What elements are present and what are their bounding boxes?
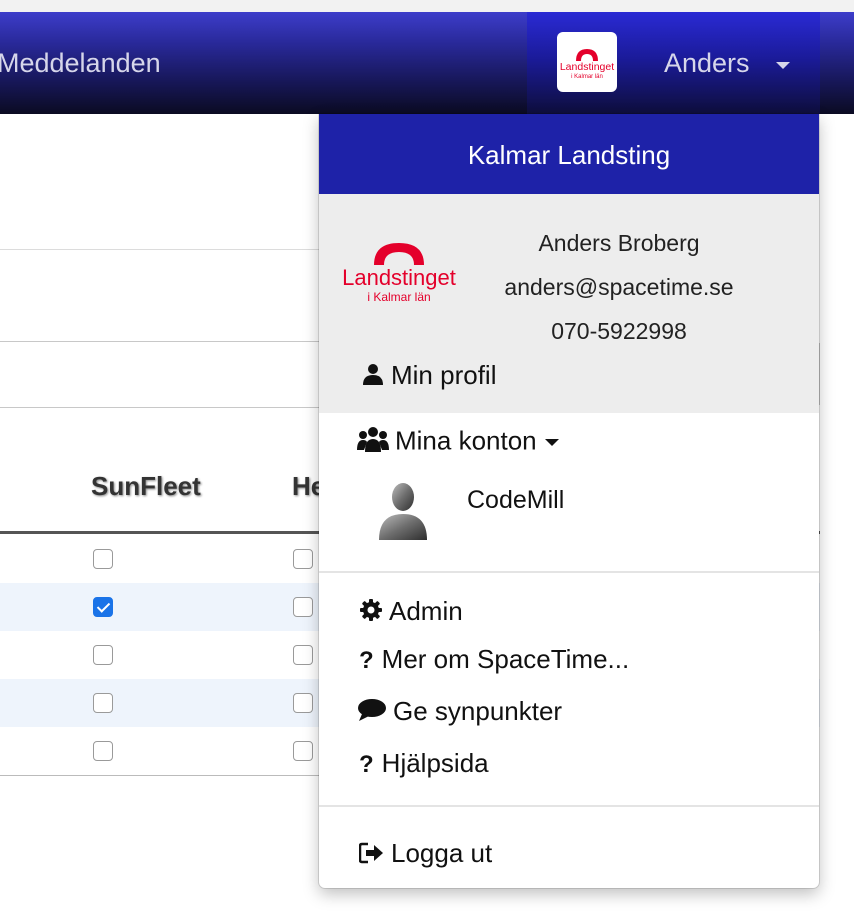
mer-om-spacetime-link[interactable]: ? Mer om SpaceTime... bbox=[359, 644, 629, 675]
profile-card: Landstinget i Kalmar län Anders Broberg … bbox=[319, 194, 819, 413]
checkbox-sunfleet-row5[interactable] bbox=[93, 741, 113, 761]
nav-user-name: Anders bbox=[664, 48, 750, 78]
logo-subtext: i Kalmar län bbox=[367, 290, 430, 304]
logout-label: Logga ut bbox=[391, 838, 493, 868]
checkbox-he-row5[interactable] bbox=[293, 741, 313, 761]
menu-divider bbox=[319, 571, 819, 573]
user-email: anders@spacetime.se bbox=[504, 274, 734, 300]
organization-header: Kalmar Landsting bbox=[319, 114, 819, 194]
divider bbox=[0, 249, 320, 250]
admin-link[interactable]: Admin bbox=[359, 596, 463, 629]
user-menu-toggle[interactable]: Landstinget i Kalmar län Anders bbox=[527, 12, 820, 114]
checkbox-he-row1[interactable] bbox=[293, 549, 313, 569]
checkbox-sunfleet-row2[interactable] bbox=[93, 597, 113, 617]
landstinget-logo: Landstinget i Kalmar län bbox=[337, 239, 461, 313]
hjalpsida-label: Hjälpsida bbox=[381, 748, 489, 778]
mer-om-label: Mer om SpaceTime... bbox=[381, 644, 630, 674]
ge-synpunkter-label: Ge synpunkter bbox=[393, 696, 563, 726]
comment-icon bbox=[357, 698, 387, 729]
divider bbox=[0, 341, 320, 342]
navbar: Meddelanden Landstinget i Kalmar län And… bbox=[0, 12, 854, 114]
divider bbox=[0, 407, 320, 408]
table-bottom-line bbox=[0, 775, 320, 776]
nav-logo-subtext: i Kalmar län bbox=[571, 74, 603, 80]
menu-divider bbox=[319, 805, 819, 807]
nav-link-meddelanden[interactable]: Meddelanden bbox=[0, 48, 161, 79]
avatar bbox=[375, 480, 431, 540]
user-full-name: Anders Broberg bbox=[538, 230, 700, 256]
checkbox-he-row2[interactable] bbox=[293, 597, 313, 617]
mina-konton-label: Mina konton bbox=[395, 425, 537, 456]
checkbox-sunfleet-row4[interactable] bbox=[93, 693, 113, 713]
checkbox-sunfleet-row3[interactable] bbox=[93, 645, 113, 665]
user-icon bbox=[361, 362, 385, 393]
question-icon: ? bbox=[359, 647, 374, 675]
checkbox-he-row4[interactable] bbox=[293, 693, 313, 713]
column-header-sunfleet: SunFleet bbox=[91, 471, 201, 501]
users-icon bbox=[357, 425, 389, 460]
chevron-down-icon bbox=[776, 62, 790, 69]
caret-down-icon bbox=[544, 439, 559, 446]
user-phone: 070-5922998 bbox=[551, 318, 687, 344]
gear-icon bbox=[359, 598, 383, 629]
logo-text: Landstinget bbox=[342, 265, 456, 290]
checkbox-sunfleet-row1[interactable] bbox=[93, 549, 113, 569]
hjalpsida-link[interactable]: ? Hjälpsida bbox=[359, 748, 489, 779]
user-dropdown-menu: Kalmar Landsting Landstinget i Kalmar lä… bbox=[319, 114, 819, 888]
nav-logo-text: Landstinget bbox=[560, 61, 614, 73]
sign-out-icon bbox=[358, 840, 385, 871]
logout-link[interactable]: Logga ut bbox=[358, 838, 493, 871]
ge-synpunkter-link[interactable]: Ge synpunkter bbox=[357, 696, 562, 729]
question-icon: ? bbox=[359, 751, 374, 779]
checkbox-he-row3[interactable] bbox=[293, 645, 313, 665]
landstinget-logo-icon: Landstinget i Kalmar län bbox=[557, 32, 617, 92]
admin-label: Admin bbox=[389, 596, 463, 626]
min-profil-link[interactable]: Min profil bbox=[361, 360, 496, 393]
min-profil-label: Min profil bbox=[391, 360, 497, 390]
mina-konton-toggle[interactable]: Mina konton bbox=[357, 425, 559, 460]
account-item-codemill[interactable]: CodeMill bbox=[467, 486, 564, 515]
